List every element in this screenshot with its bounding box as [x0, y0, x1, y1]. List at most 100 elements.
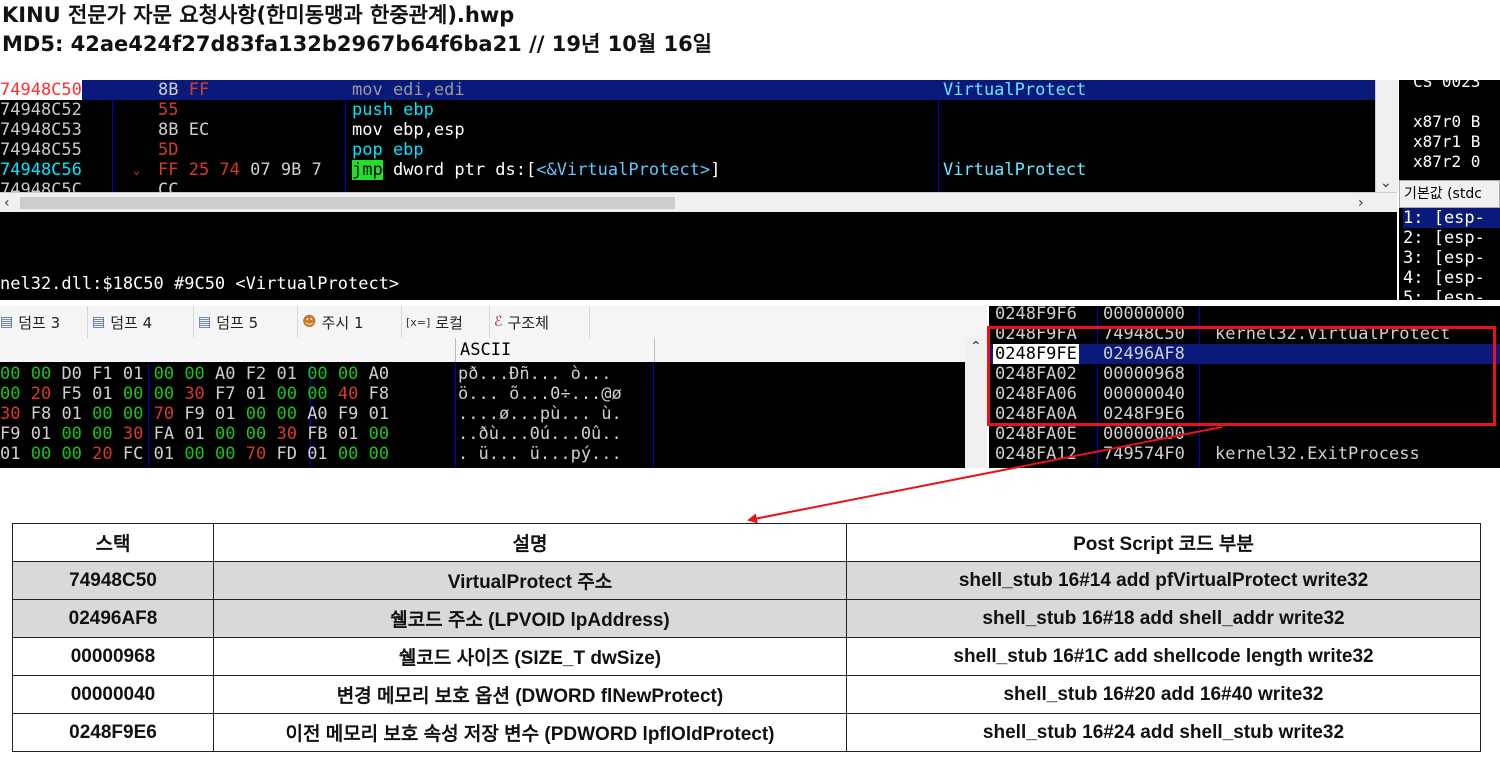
disasm-bytes: FF 25 74 07 9B 7 — [158, 160, 322, 180]
column-divider — [455, 362, 456, 468]
register-panel[interactable]: CS 0023 x87r0 B x87r1 B x87r2 0 — [1399, 80, 1500, 180]
jmp-close: ] — [710, 160, 721, 180]
branch-arrow-icon: ⌄ — [133, 163, 141, 177]
dump-icon: ▤ — [92, 314, 106, 330]
table-row: 00000968 쉘코드 사이즈 (SIZE_T dwSize) shell_s… — [12, 637, 1481, 676]
argument-row: 2: [esp- — [1403, 228, 1485, 248]
ascii-column-header: ASCII — [455, 338, 655, 362]
disasm-bytes: 8B FF — [158, 80, 210, 100]
stack-address: 0248FA0E — [995, 424, 1077, 444]
tab-label: 구조체 — [507, 313, 549, 332]
register-row: x87r2 0 — [1413, 152, 1481, 171]
info-panel: nel32.dll:$18C50 #9C50 <VirtualProtect> — [0, 212, 1397, 300]
disasm-row[interactable]: 74948C55 5D pop ebp — [0, 140, 1375, 160]
tab-label: 주시 1 — [321, 313, 364, 332]
struct-icon: ℰ — [494, 314, 503, 330]
tab-dump-3[interactable]: ▤ 덤프 3 — [0, 306, 88, 338]
tab-label: 덤프 3 — [18, 313, 61, 332]
disasm-row[interactable]: 74948C5C CC — [0, 180, 1375, 192]
disasm-bytes: 8B EC — [158, 120, 210, 140]
register-row: x87r1 B — [1413, 132, 1481, 151]
disasm-address: 74948C5C — [0, 180, 82, 192]
scroll-right-icon[interactable]: › — [1358, 196, 1364, 210]
argument-row: 3: [esp- — [1403, 248, 1485, 268]
dump-ascii: ..ðù...0ú...0û.. — [458, 424, 622, 444]
tab-dump-5[interactable]: ▤ 덤프 5 — [194, 306, 298, 338]
code-cell: shell_stub 16#20 add 16#40 write32 — [846, 675, 1481, 714]
stack-arguments-panel[interactable]: 1: [esp- 2: [esp- 3: [esp- 4: [esp- 5: [… — [1399, 208, 1500, 300]
stack-cell: 00000968 — [12, 637, 214, 676]
tab-label: 덤프 5 — [216, 313, 259, 332]
jmp-operand: dword ptr ds:[ — [382, 160, 537, 180]
info-line: nel32.dll:$18C50 #9C50 <VirtualProtect> — [0, 274, 400, 294]
dump-vertical-scrollbar[interactable]: ⌃ — [965, 338, 987, 468]
document-title: KINU 전문가 자문 요청사항(한미동맹과 한중관계).hwp — [2, 3, 515, 27]
column-header: Post Script 코드 부분 — [846, 523, 1481, 562]
dump-tab-bar: ▤ 덤프 3 ▤ 덤프 4 ▤ 덤프 5 ☻ 주시 1 [x=] 로컬 ℰ 구조체 — [0, 306, 987, 339]
scroll-left-icon[interactable]: ‹ — [4, 196, 10, 210]
dump-ascii: ....ø...pù... ù. — [458, 404, 622, 424]
stack-address: 0248FA12 — [995, 444, 1077, 464]
jmp-mnemonic: jmp — [352, 160, 383, 180]
watch-icon: ☻ — [302, 314, 317, 330]
locals-icon: [x=] — [406, 315, 431, 329]
dump-hex-bytes: 01 00 00 20 FC 01 00 00 70 FD 01 00 00 — [0, 444, 390, 464]
tab-dump-4[interactable]: ▤ 덤프 4 — [88, 306, 194, 338]
disasm-row[interactable]: 74948C52 55 push ebp — [0, 100, 1375, 120]
disasm-instruction: push ebp — [352, 100, 434, 120]
disasm-row[interactable]: 74948C53 8B EC mov ebp,esp — [0, 120, 1375, 140]
tab-struct[interactable]: ℰ 구조체 — [490, 306, 590, 338]
tab-locals[interactable]: [x=] 로컬 — [402, 306, 490, 338]
highlight-box — [987, 326, 1496, 426]
dump-ascii: pð...Ðñ... ò... — [458, 364, 612, 384]
dump-icon: ▤ — [0, 314, 14, 330]
calling-convention-select[interactable]: 기본값 (stdc — [1399, 180, 1500, 208]
disasm-bytes: 5D — [158, 140, 179, 160]
scrollbar-thumb[interactable] — [20, 197, 675, 209]
stack-value: 00000000 — [1103, 424, 1185, 444]
description-cell: 변경 메모리 보호 옵션 (DWORD flNewProtect) — [213, 675, 847, 714]
hex-dump-panel[interactable]: 00 00 D0 F1 01 00 00 A0 F2 01 00 00 A0 pð… — [0, 362, 965, 468]
disassembly-panel[interactable]: 74948C50 8B FF mov edi,edi VirtualProtec… — [0, 80, 1375, 192]
argument-row: 1: [esp- — [1403, 208, 1500, 228]
disasm-address: 74948C50 — [0, 80, 82, 100]
stack-cell: 0248F9E6 — [12, 713, 214, 752]
dump-ascii: . ü... ü...pý... — [458, 444, 622, 464]
table-header-row: 스택 설명 Post Script 코드 부분 — [12, 523, 1481, 562]
table-row: 02496AF8 쉘코드 주소 (LPVOID lpAddress) shell… — [12, 599, 1481, 638]
disasm-vertical-scrollbar[interactable]: ⌄ — [1375, 80, 1398, 192]
scroll-up-icon[interactable]: ⌃ — [970, 340, 982, 354]
dump-hex-bytes: F9 01 00 00 30 FA 01 00 00 30 FB 01 00 — [0, 424, 390, 444]
disasm-bytes: CC — [158, 180, 179, 192]
dump-column-header: ASCII — [0, 338, 965, 363]
dump-ascii: ö... õ...0÷...@ø — [458, 384, 622, 404]
stack-row[interactable]: 0248F9F6 00000000 — [989, 306, 1500, 324]
tab-label: 덤프 4 — [110, 313, 153, 332]
stack-value: 749574F0 — [1103, 444, 1185, 464]
stack-value: 00000000 — [1103, 306, 1185, 324]
table-row: 00000040 변경 메모리 보호 옵션 (DWORD flNewProtec… — [12, 675, 1481, 714]
column-divider — [653, 362, 654, 468]
disasm-address: 74948C55 — [0, 140, 82, 160]
md5-line: MD5: 42ae424f27d83fa132b2967b64f6ba21 //… — [2, 32, 713, 56]
description-cell: 쉘코드 사이즈 (SIZE_T dwSize) — [213, 637, 847, 676]
disasm-row[interactable]: 74948C56 ⌄ FF 25 74 07 9B 7 jmp dword pt… — [0, 160, 1375, 180]
dump-hex-bytes: 00 00 D0 F1 01 00 00 A0 F2 01 00 00 A0 — [0, 364, 390, 384]
disasm-row[interactable]: 74948C50 8B FF mov edi,edi VirtualProtec… — [0, 80, 1375, 100]
register-row: x87r0 B — [1413, 112, 1481, 131]
stack-row[interactable]: 0248FA0E 00000000 — [989, 424, 1500, 444]
parameter-table: 스택 설명 Post Script 코드 부분 74948C50 Virtual… — [12, 523, 1481, 752]
stack-row[interactable]: 0248FA12 749574F0 kernel32.ExitProcess — [989, 444, 1500, 464]
scroll-down-icon[interactable]: ⌄ — [1380, 176, 1392, 190]
code-cell: shell_stub 16#14 add pfVirtualProtect wr… — [846, 561, 1481, 600]
description-cell: VirtualProtect 주소 — [213, 561, 847, 600]
dump-icon: ▤ — [198, 314, 212, 330]
disasm-bytes: 55 — [158, 100, 179, 120]
description-cell: 이전 메모리 보호 속성 저장 변수 (PDWORD lpflOldProtec… — [213, 713, 847, 752]
disasm-horizontal-scrollbar[interactable]: ‹ › — [0, 192, 1397, 213]
tab-watch-1[interactable]: ☻ 주시 1 — [298, 306, 402, 338]
disasm-address: 74948C53 — [0, 120, 82, 140]
column-header: 스택 — [12, 523, 214, 562]
disasm-instruction: pop ebp — [352, 140, 424, 160]
tab-label: 로컬 — [435, 313, 463, 332]
